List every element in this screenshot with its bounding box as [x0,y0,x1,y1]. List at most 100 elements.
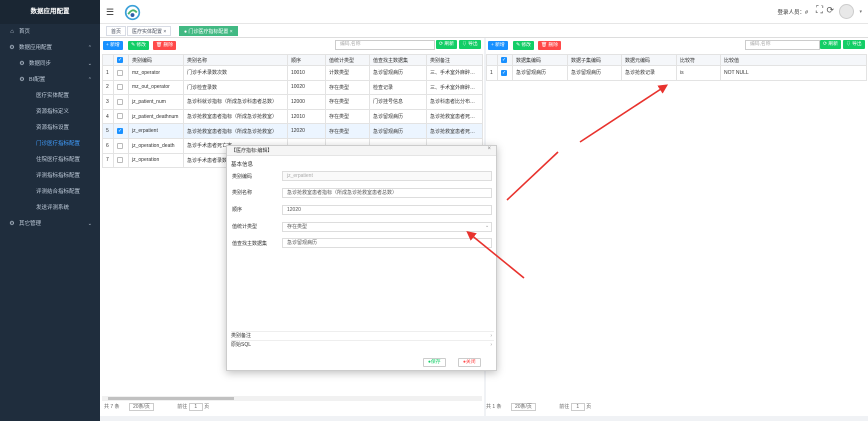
row-checkbox[interactable] [113,137,129,154]
check-icon[interactable]: ✓ [501,69,507,76]
sidebar-item[interactable]: ⚙ BI配置 ⌃ [0,72,100,88]
page-size-select[interactable]: 20条/页 [510,403,536,411]
table-cell: 12020 [287,123,326,139]
row-checkbox[interactable] [113,108,129,125]
chevron-down-icon[interactable]: ⌄ [485,223,489,229]
row-number: 6 [102,137,114,154]
delete-button[interactable]: 🗑 删除 [153,41,177,50]
row-checkbox[interactable]: ✓ [497,65,513,81]
check-icon[interactable]: ✓ [501,56,507,63]
table-cell: 急诊留观病历 [369,108,427,125]
table-cell: jz_patient_deathnum [128,108,184,125]
checkbox[interactable] [117,84,123,91]
row-checkbox[interactable]: ✓ [113,123,129,139]
page-unit-label: 页 [204,404,210,410]
tab-medical-entity[interactable]: 医疗实体配置 × [127,26,172,36]
sidebar-item[interactable]: 住院医疗指标配置 [0,152,100,168]
edit-button[interactable]: ✎ 修改 [128,41,149,50]
sidebar-item[interactable]: 资源指标定义 [0,104,100,120]
sidebar-item-label: 评测指标指标配置 [36,173,81,179]
row-number: 1 [486,65,498,81]
sidebar-item[interactable]: ⚙ 数据应用配置 ⌃ [0,40,100,56]
row-checkbox[interactable] [113,79,129,96]
avatar[interactable] [839,4,854,19]
export-button[interactable]: ⇩ 导出 [843,40,865,49]
checkbox[interactable] [117,69,123,76]
sidebar-item[interactable]: 资源指标设置 [0,120,100,136]
table-cell: 存在类型 [325,108,370,125]
sidebar-item[interactable]: 评测指标指标配置 [0,168,100,184]
sidebar-item[interactable]: ⚙ 其它管理 ⌄ [0,216,100,232]
page-number-input[interactable]: 1 [188,403,203,411]
sidebar-item-label: 其它管理 [19,221,42,227]
table-row[interactable]: 3 jz_patient_num 急诊科就诊指标（所成急诊科患者总数） 12000 存在… [102,94,483,110]
table-row[interactable]: 2 mz_out_operator 门诊检查录数 10020 存在类型 检查记录 三、手术室… [102,79,483,96]
gear-icon: ⚙ [9,221,15,227]
table-row[interactable]: 1 mz_operator 门诊手术录数次数 10010 计数类型 急诊留观病历 三、手术室… [102,65,483,81]
sidebar-item-label: 医疗实体配置 [36,93,70,99]
checkbox[interactable] [117,113,123,120]
checkbox[interactable] [117,142,123,149]
table-cell: 存在类型 [325,79,370,96]
tabs-bar: 首页 医疗实体配置 × ● 门诊医疗指标配置 × [100,24,868,38]
refresh-button[interactable]: ⟳ 刷新 [820,40,841,49]
edit-button[interactable]: ✎ 修改 [513,41,534,50]
table-cell: NOT NULL [720,65,867,81]
checkbox[interactable] [117,157,123,164]
row-checkbox[interactable] [113,94,129,110]
avatar-caret-icon[interactable]: ▾ [859,9,862,15]
refresh-icon[interactable]: ⟳ [826,5,834,16]
check-icon[interactable]: ✓ [117,56,123,63]
tab-home[interactable]: 首页 [106,26,127,36]
collapse-label: 原始SQL [231,342,252,348]
table-cell: 存在类型 [325,123,370,139]
page-number-input[interactable]: 1 [570,403,585,411]
logo-icon [124,4,141,21]
row-checkbox[interactable] [113,65,129,81]
select-all-checkbox[interactable]: ✓ [497,54,513,66]
sidebar-item[interactable]: 发送评测系统 [0,200,100,216]
table-row[interactable]: 1 ✓ 急诊留观病历 急诊留观病历 急诊抢救记录 is NOT NULL [486,65,867,81]
sidebar-item[interactable]: ⌂ 首页 [0,24,100,40]
add-button[interactable]: + 新增 [488,41,508,50]
save-button[interactable]: ●保存 [423,358,446,367]
order-input[interactable]: 12020 [282,205,492,215]
sidebar-item-label: 数据应用配置 [19,45,53,51]
sidebar-item[interactable]: 评测结合指标配置 [0,184,100,200]
condition-search-input[interactable]: 编码,名称 [745,40,820,50]
row-checkbox[interactable] [113,152,129,169]
main-dataset-input[interactable]: 急诊留观病历 [282,238,492,248]
check-icon[interactable]: ✓ [117,128,123,134]
table-cell: 急诊抢救记录 [621,65,677,81]
category-search-input[interactable]: 编码,名称 [335,40,435,50]
close-icon[interactable]: × [487,146,491,152]
sidebar-item[interactable]: 医疗实体配置 [0,88,100,104]
horizontal-scrollbar[interactable] [102,396,482,401]
page-size-select[interactable]: 20条/页 [128,403,154,411]
collapse-label: 类别备注 [231,333,252,339]
collapse-category-note[interactable]: 类别备注 › [231,331,494,340]
table-cell: jz_erpatient [128,123,184,139]
scrollbar-thumb[interactable] [108,397,234,400]
checkbox[interactable] [117,98,123,105]
tab-outpatient-indicator[interactable]: ● 门诊医疗指标配置 × [179,26,238,36]
refresh-button[interactable]: ⟳ 刷新 [436,40,457,49]
fullscreen-icon[interactable]: ⛶ [816,5,823,16]
sidebar-item[interactable]: 门诊医疗指标配置 [0,136,100,152]
delete-button[interactable]: 🗑 删除 [538,41,562,50]
collapse-raw-sql[interactable]: 原始SQL › [231,340,494,349]
category-code-input[interactable]: jz_erpatient [282,171,492,181]
select-all-checkbox[interactable]: ✓ [113,54,129,66]
close-button[interactable]: ●关闭 [458,358,481,367]
hamburger-icon[interactable]: ☰ [106,7,114,18]
table-cell: 门诊手术录数次数 [183,65,288,81]
table-row[interactable]: 5 ✓ jz_erpatient 急诊抢救室患者指标（所成急诊抢救室） 12020 存在类… [102,123,483,139]
export-button[interactable]: ⇩ 导出 [459,40,481,49]
add-button[interactable]: + 新增 [103,41,123,50]
field-label-code: 类别编码 [232,174,253,180]
category-name-input[interactable]: 急诊抢救室患者指标（所成急诊抢救室患者总数） [282,188,492,198]
section-basic-info: 基本信息 [231,162,254,168]
table-row[interactable]: 4 jz_patient_deathnum 急诊抢救室患者指标（所成急诊抢救室） 12… [102,108,483,125]
stat-type-select[interactable]: 存在类型 [282,222,492,232]
sidebar-item[interactable]: ⚙ 数据同步 ⌄ [0,56,100,72]
